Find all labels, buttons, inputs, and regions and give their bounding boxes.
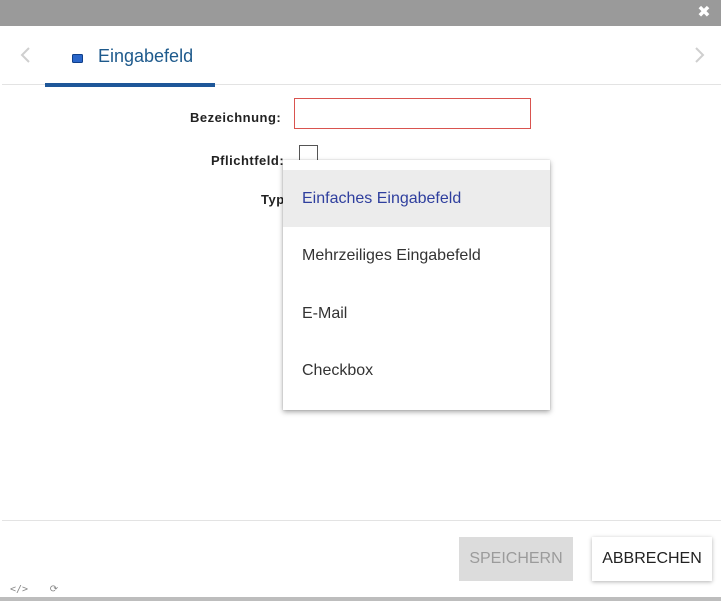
- dropdown-option-einfaches-eingabefeld[interactable]: Einfaches Eingabefeld: [283, 170, 550, 227]
- chevron-left-icon[interactable]: [16, 44, 36, 66]
- tab-label: Eingabefeld: [98, 46, 194, 66]
- tab-eingabefeld[interactable]: Eingabefeld: [45, 26, 215, 87]
- save-button[interactable]: SPEICHERN: [459, 537, 573, 581]
- close-icon[interactable]: ✖: [695, 3, 713, 21]
- dialog-title-bar: ✖: [0, 0, 721, 26]
- dropdown-option-checkbox[interactable]: Checkbox: [283, 342, 550, 399]
- bezeichnung-input[interactable]: [294, 98, 531, 129]
- tab-bar: Eingabefeld: [2, 26, 721, 87]
- bottom-border: [0, 597, 721, 601]
- cancel-button[interactable]: ABBRECHEN: [592, 537, 712, 581]
- dialog: Eingabefeld Bezeichnung: Pflichtfeld: Ty…: [2, 26, 721, 601]
- dropdown-option-e-mail[interactable]: E-Mail: [283, 285, 550, 342]
- bezeichnung-label: Bezeichnung:: [190, 110, 282, 125]
- footer-divider: [2, 520, 721, 521]
- chevron-right-icon[interactable]: [689, 44, 709, 66]
- type-dropdown-menu: Einfaches Eingabefeld Mehrzeiliges Einga…: [283, 160, 550, 410]
- pflichtfeld-label: Pflichtfeld:: [211, 153, 285, 168]
- input-field-icon: [72, 50, 83, 63]
- typ-label: Typ:: [261, 192, 285, 207]
- refresh-icon[interactable]: ⟳: [46, 582, 62, 598]
- code-icon[interactable]: </>: [10, 582, 28, 598]
- dropdown-option-mehrzeiliges-eingabefeld[interactable]: Mehrzeiliges Eingabefeld: [283, 227, 550, 284]
